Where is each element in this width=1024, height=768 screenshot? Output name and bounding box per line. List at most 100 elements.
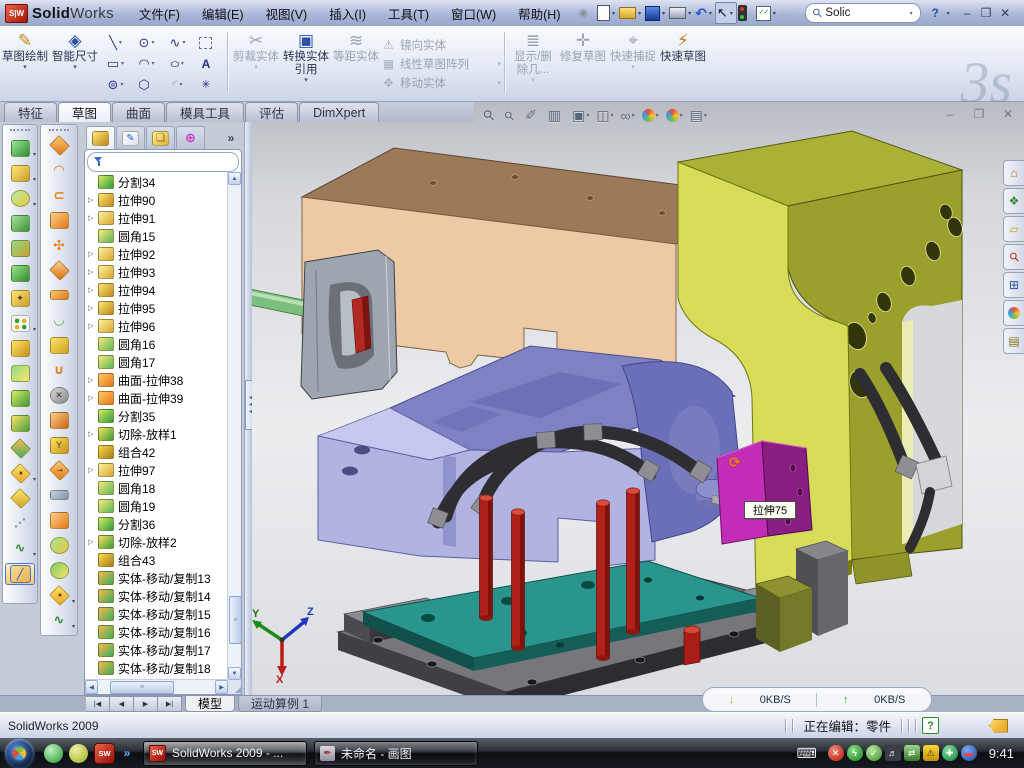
tree-item[interactable]: 分割35: [85, 407, 228, 425]
view-orientation-icon[interactable]: ▣ ▾: [570, 107, 591, 124]
quicklaunch-messenger-icon[interactable]: [44, 744, 63, 763]
tree-item[interactable]: 圆角19: [85, 497, 228, 515]
tab-nav-button[interactable]: ▶: [134, 696, 158, 712]
left-toolbar-icon[interactable]: ∪ ▾: [45, 360, 73, 380]
tree-item[interactable]: 实体-移动/复制14: [85, 587, 228, 605]
tray-volume-icon[interactable]: ♬: [885, 745, 901, 761]
left-toolbar-icon[interactable]: ✦ ▾: [6, 463, 34, 483]
open-icon[interactable]: ▾: [618, 3, 644, 23]
expand-arrow-icon[interactable]: ▷: [88, 394, 98, 402]
apply-scene-icon[interactable]: ▾: [640, 109, 661, 122]
ellipse-tool-icon[interactable]: ○ ▾: [162, 53, 193, 74]
spline-tool-icon[interactable]: ∿ ▾: [162, 32, 193, 53]
tray-sync-icon[interactable]: ▬: [961, 745, 977, 761]
traffic-light-icon[interactable]: ▾: [737, 3, 755, 23]
undo-icon[interactable]: ↶ ▾: [694, 3, 715, 23]
left-toolbar-icon[interactable]: ✦ ▾: [6, 288, 34, 308]
document-tab[interactable]: 模型: [185, 696, 235, 712]
help-button[interactable]: ?: [926, 4, 945, 22]
part-connector-gray[interactable]: [252, 250, 397, 399]
rapid-sketch-button[interactable]: ⚡ 快速草图 ▾: [658, 29, 708, 72]
offset-entities-button[interactable]: ≋ 等距实体 ▾: [331, 29, 381, 72]
section-view-icon[interactable]: ▥ ▾: [546, 107, 567, 124]
model-canvas[interactable]: [252, 102, 1024, 695]
tree-item[interactable]: 实体-移动/复制18: [85, 659, 228, 677]
left-toolbar-icon[interactable]: ▾: [6, 338, 34, 358]
file-explorer-tab[interactable]: ▱: [1003, 216, 1024, 242]
doc-minimize-button[interactable]: –: [940, 106, 960, 122]
tree-item[interactable]: 圆角18: [85, 479, 228, 497]
left-toolbar-icon[interactable]: ∿ ▾: [45, 610, 73, 630]
tree-item[interactable]: 实体-移动/复制15: [85, 605, 228, 623]
tab-nav-button[interactable]: ◀: [110, 696, 134, 712]
scroll-left-button[interactable]: ◀: [85, 680, 98, 694]
expand-arrow-icon[interactable]: ▷: [88, 430, 98, 438]
select-box-icon[interactable]: ▾: [193, 32, 224, 53]
toolbar-grip[interactable]: [49, 129, 69, 132]
left-toolbar-icon[interactable]: ▾: [45, 510, 73, 530]
tree-item[interactable]: 实体-移动/复制13: [85, 569, 228, 587]
left-toolbar-icon[interactable]: ▾: [6, 438, 34, 458]
tray-shield-plus-icon[interactable]: ✚: [942, 745, 958, 761]
solidworks-search-tab[interactable]: ⚲: [1003, 244, 1024, 270]
print-icon[interactable]: ▾: [668, 3, 694, 23]
hide-show-items-icon[interactable]: ∞ ▾: [619, 108, 637, 124]
previous-view-icon[interactable]: ✐ ▾: [523, 107, 543, 124]
design-library-tab[interactable]: ❖: [1003, 188, 1024, 214]
tree-item[interactable]: 圆角17: [85, 353, 228, 371]
left-toolbar-icon[interactable]: ▾: [6, 388, 34, 408]
left-toolbar-icon[interactable]: ▾: [45, 285, 73, 305]
quicklaunch-solidworks-icon[interactable]: SW: [94, 743, 115, 764]
left-toolbar-icon[interactable]: ▾: [45, 335, 73, 355]
propertymanager-tab[interactable]: ✎: [116, 126, 145, 149]
search-caret-icon[interactable]: ▾: [910, 10, 913, 17]
expand-arrow-icon[interactable]: ▷: [88, 268, 98, 276]
new-document-icon[interactable]: ▾: [596, 3, 618, 23]
left-toolbar-icon[interactable]: ▾: [6, 263, 34, 283]
left-toolbar-icon[interactable]: ▾: [6, 313, 34, 333]
slot-tool-icon[interactable]: ⊜ ▾: [100, 74, 131, 95]
quick-snaps-button[interactable]: ⌖ 快速捕捉 ▾: [608, 29, 658, 72]
command-tab[interactable]: 模具工具: [166, 102, 244, 122]
doc-close-button[interactable]: ✕: [998, 106, 1018, 122]
tree-item[interactable]: 实体-移动/复制16: [85, 623, 228, 641]
display-style-icon[interactable]: ◫ ▾: [594, 107, 615, 124]
tree-item[interactable]: ▷ 拉伸95: [85, 299, 228, 317]
expand-arrow-icon[interactable]: ▷: [88, 286, 98, 294]
tray-badge-icon[interactable]: ✓: [866, 745, 882, 761]
tree-item[interactable]: ▷ 曲面-拉伸38: [85, 371, 228, 389]
expand-arrow-icon[interactable]: ▷: [88, 250, 98, 258]
expand-arrow-icon[interactable]: ▷: [88, 196, 98, 204]
expand-arrow-icon[interactable]: ▷: [88, 304, 98, 312]
custom-properties-tab[interactable]: ▤: [1003, 328, 1024, 354]
line-tool-icon[interactable]: ╲ ▾: [100, 32, 131, 53]
menu-item[interactable]: 帮助(H): [507, 1, 571, 26]
tree-item[interactable]: ▷ 曲面-拉伸39: [85, 389, 228, 407]
tree-item[interactable]: ▷ 拉伸96: [85, 317, 228, 335]
left-toolbar-icon[interactable]: ▾: [45, 560, 73, 580]
featuremanager-tab[interactable]: [86, 126, 115, 149]
menu-item[interactable]: 编辑(E): [191, 1, 255, 26]
tree-item[interactable]: ▷ 拉伸91: [85, 209, 228, 227]
tree-item[interactable]: ▷ 切除-放样1: [85, 425, 228, 443]
expand-arrow-icon[interactable]: ▷: [88, 466, 98, 474]
trim-entities-button[interactable]: ✂ 剪裁实体 ▾: [231, 29, 281, 72]
left-toolbar-icon[interactable]: Y ▾: [45, 435, 73, 455]
left-toolbar-icon[interactable]: ▾: [45, 260, 73, 280]
menu-item[interactable]: 视图(V): [255, 1, 319, 26]
tab-nav-button[interactable]: ▶|: [158, 696, 182, 712]
tags-icon[interactable]: [989, 719, 1008, 733]
quick-tips-icon[interactable]: ?: [922, 717, 939, 734]
tray-usb-icon[interactable]: ⇄: [904, 745, 920, 761]
convert-entities-button[interactable]: ▣ 转换实体引用 ▾: [281, 29, 331, 85]
options-list-icon[interactable]: ▾: [755, 3, 779, 23]
select-icon[interactable]: ↖ ▾: [715, 2, 737, 24]
ime-icon[interactable]: ∴‥ ▾: [779, 3, 800, 23]
tree-item[interactable]: ▷ 拉伸97: [85, 461, 228, 479]
clock[interactable]: 9:41: [989, 746, 1014, 761]
left-toolbar-icon[interactable]: ▾: [45, 485, 73, 505]
left-toolbar-icon[interactable]: ▾: [45, 135, 73, 155]
help-caret-icon[interactable]: ▾: [947, 10, 950, 17]
tree-item[interactable]: 分割36: [85, 515, 228, 533]
command-tab[interactable]: 曲面: [112, 102, 165, 122]
